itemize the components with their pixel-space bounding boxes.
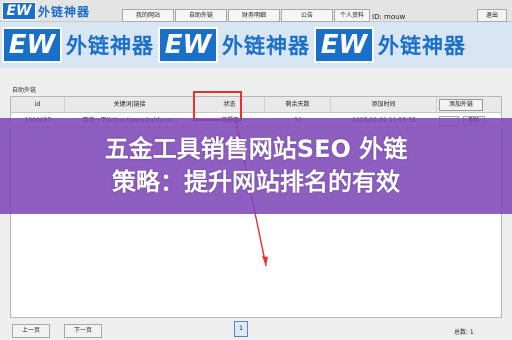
logo-ew-mark: EW — [2, 2, 36, 20]
next-page-button[interactable]: 下一页 — [64, 324, 102, 338]
highlight-box — [193, 91, 242, 121]
page-number-1[interactable]: 1 — [234, 321, 248, 337]
banner-ew-mark: EW — [158, 27, 218, 63]
tab-finance[interactable]: 财务明细 — [228, 9, 280, 22]
user-id: ID: mouw — [372, 13, 406, 21]
overlay-title-line-2: 策略：提升网站排名的有效 — [112, 168, 400, 196]
column-header-id: id — [11, 97, 65, 113]
total-count: 总数: 1 — [454, 329, 474, 336]
tab-my-sites[interactable]: 我的网站 — [122, 9, 174, 22]
banner-cn-text: 外链神器 — [222, 33, 310, 58]
tab-self-service-links[interactable]: 自助外链 — [175, 9, 227, 22]
prev-page-button[interactable]: 上一页 — [12, 324, 50, 338]
column-header-keyword: 关键词|链接 — [65, 97, 195, 113]
top-bar: EW 外链神器 我的网站 自助外链 财务明细 公告 个人资料 ID: mouw … — [0, 0, 512, 22]
site-logo[interactable]: EW 外链神器 — [2, 1, 90, 21]
logout-button[interactable]: 退出 — [477, 9, 507, 22]
overlay-title-line-1: 五金工具销售网站SEO 外链 — [104, 135, 408, 163]
tab-profile[interactable]: 个人资料 — [334, 9, 370, 22]
banner-ew-mark: EW — [314, 27, 374, 63]
banner-logo: EW 外链神器 — [2, 27, 154, 63]
logo-banner: EW 外链神器 EW 外链神器 EW 外链神器 — [0, 22, 512, 68]
table-header: id 关键词|链接 状态 剩余天数 添加时间 添加外链 — [11, 97, 501, 113]
banner-cn-text: 外链神器 — [378, 33, 466, 58]
banner-cn-text: 外链神器 — [66, 33, 154, 58]
banner-ew-mark: EW — [2, 27, 62, 63]
banner-logo: EW 外链神器 — [314, 27, 466, 63]
banner-logo: EW 外链神器 — [158, 27, 310, 63]
column-header-days: 剩余天数 — [265, 97, 331, 113]
column-header-time: 添加时间 — [331, 97, 437, 113]
section-title: 自助外链 — [12, 87, 37, 94]
logo-cn-text: 外链神器 — [38, 4, 91, 19]
add-link-button[interactable]: 添加外链 — [439, 99, 483, 111]
article-title-overlay: 五金工具销售网站SEO 外链 策略：提升网站排名的有效 — [0, 118, 512, 214]
tab-notice[interactable]: 公告 — [281, 9, 333, 22]
